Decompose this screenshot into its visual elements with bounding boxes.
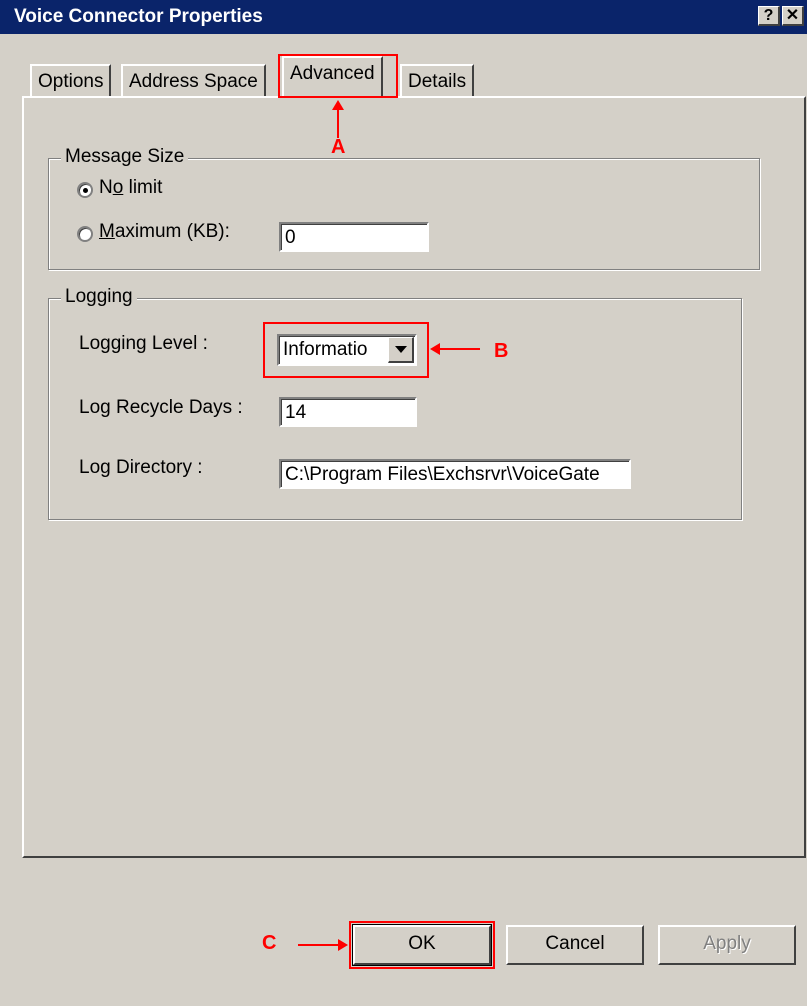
log-directory-label: Log Directory : bbox=[79, 457, 203, 478]
tab-options[interactable]: Options bbox=[30, 64, 112, 98]
annotation-box-c bbox=[349, 921, 495, 969]
properties-dialog: Voice Connector Properties ? ✕ Options A… bbox=[0, 0, 807, 1006]
title-bar[interactable]: Voice Connector Properties ? ✕ bbox=[0, 0, 807, 34]
help-button[interactable]: ? bbox=[758, 6, 780, 26]
arrow-head-left-icon bbox=[430, 343, 440, 355]
message-size-group: Message Size No limit Maximum (KB): 0 bbox=[48, 146, 760, 270]
apply-button[interactable]: Apply bbox=[658, 925, 796, 965]
log-recycle-days-input[interactable]: 14 bbox=[279, 397, 417, 427]
arrow-line-c bbox=[298, 944, 340, 946]
no-limit-label[interactable]: No limit bbox=[99, 177, 162, 199]
annotation-box-b bbox=[263, 322, 429, 378]
arrow-line-a bbox=[337, 108, 339, 138]
advanced-tab-panel: Message Size No limit Maximum (KB): 0 Lo… bbox=[22, 96, 806, 858]
message-size-legend: Message Size bbox=[61, 146, 189, 168]
no-limit-radio[interactable] bbox=[77, 182, 93, 198]
radio-selected-dot bbox=[83, 188, 88, 193]
logging-legend: Logging bbox=[61, 286, 137, 308]
maximum-kb-input[interactable]: 0 bbox=[279, 222, 429, 252]
cancel-button[interactable]: Cancel bbox=[506, 925, 644, 965]
annotation-label-a: A bbox=[331, 136, 346, 158]
annotation-box-a bbox=[278, 54, 398, 98]
annotation-label-c: C bbox=[262, 932, 277, 954]
log-directory-input[interactable]: C:\Program Files\Exchsrvr\VoiceGate bbox=[279, 459, 631, 489]
log-recycle-days-label: Log Recycle Days : bbox=[79, 397, 243, 418]
arrow-head-right-icon bbox=[338, 939, 348, 951]
arrow-line-b bbox=[440, 348, 480, 350]
maximum-radio[interactable] bbox=[77, 226, 93, 242]
tab-address-space[interactable]: Address Space bbox=[121, 64, 266, 98]
maximum-label[interactable]: Maximum (KB): bbox=[99, 221, 230, 243]
close-button[interactable]: ✕ bbox=[782, 6, 804, 26]
tab-details[interactable]: Details bbox=[400, 64, 475, 98]
window-title: Voice Connector Properties bbox=[14, 6, 263, 27]
logging-level-label: Logging Level : bbox=[79, 333, 208, 354]
annotation-label-b: B bbox=[494, 340, 509, 362]
